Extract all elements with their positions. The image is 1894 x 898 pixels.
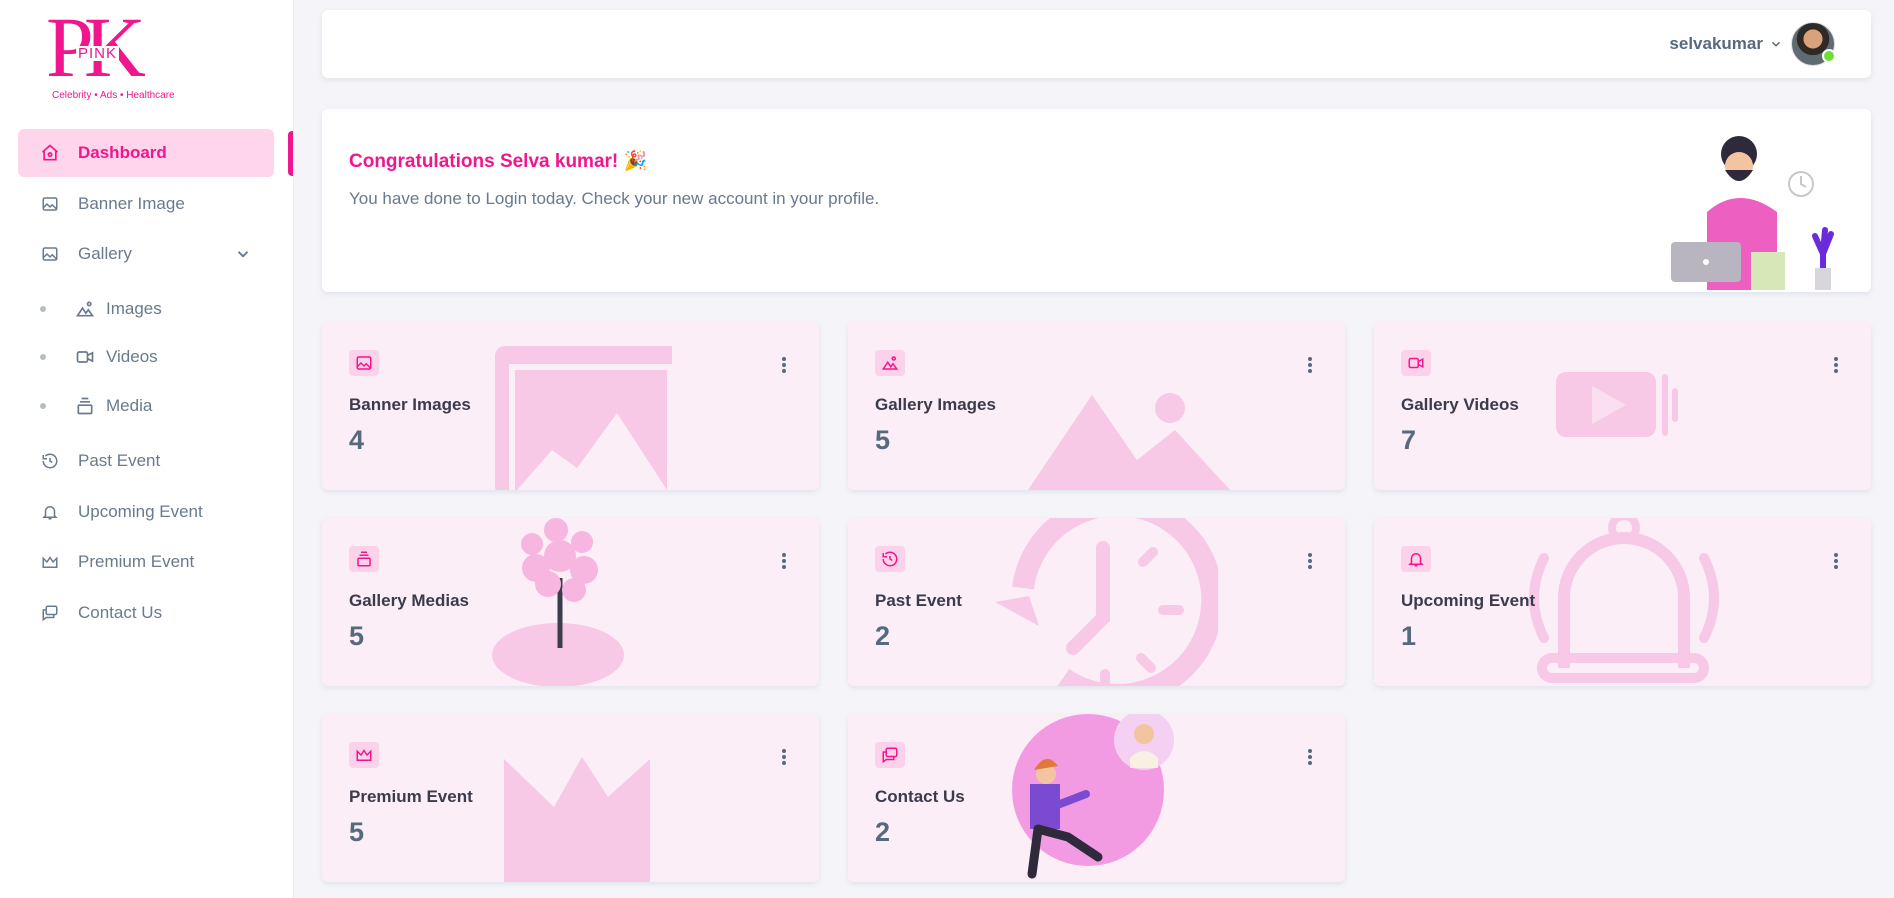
stat-card-past-event[interactable]: Past Event 2 — [848, 518, 1345, 686]
card-value: 7 — [1401, 425, 1417, 455]
card-title: Gallery Videos — [1401, 395, 1519, 414]
more-options-icon[interactable] — [781, 356, 787, 374]
history-icon — [38, 449, 62, 473]
card-title: Gallery Images — [875, 395, 996, 414]
sidebar-subitem-media[interactable]: Media — [40, 386, 270, 426]
bullet-dot — [40, 354, 46, 360]
mountain-icon — [875, 350, 905, 376]
history-icon — [875, 546, 905, 572]
card-value: 5 — [349, 817, 365, 847]
more-options-icon[interactable] — [781, 748, 787, 766]
history-watermark — [995, 518, 1218, 686]
bullet-dot — [40, 403, 46, 409]
sidebar-item-label: Gallery — [78, 244, 132, 263]
video-icon — [1401, 350, 1431, 376]
user-menu[interactable]: selvakumar — [1669, 22, 1836, 66]
more-options-icon[interactable] — [1307, 748, 1313, 766]
more-options-icon[interactable] — [781, 552, 787, 570]
sidebar-subitem-label: Media — [106, 396, 153, 415]
sidebar-item-label: Dashboard — [78, 143, 167, 162]
card-title: Banner Images — [349, 395, 471, 414]
stat-card-gallery-medias[interactable]: Gallery Medias 5 — [322, 518, 819, 686]
stat-card-premium-event[interactable]: Premium Event 5 — [322, 714, 819, 882]
logo-word: PINK — [76, 45, 120, 62]
bell-icon — [38, 500, 62, 524]
mountain-icon — [74, 298, 96, 320]
card-value: 2 — [875, 817, 891, 847]
card-title: Contact Us — [875, 787, 965, 806]
welcome-title: Congratulations Selva kumar! 🎉 — [349, 151, 648, 172]
card-value: 2 — [875, 621, 891, 651]
messages-icon — [38, 601, 62, 625]
social-tree-watermark — [492, 518, 624, 686]
card-title: Upcoming Event — [1401, 591, 1536, 610]
sidebar-item-label: Premium Event — [78, 552, 195, 571]
crown-watermark — [504, 757, 650, 882]
online-status-dot — [1822, 49, 1836, 63]
stat-card-contact-us[interactable]: Contact Us 2 — [848, 714, 1345, 882]
stat-card-upcoming-event[interactable]: Upcoming Event 1 — [1374, 518, 1871, 686]
support-agent-illustration — [1012, 714, 1174, 879]
more-options-icon[interactable] — [1307, 356, 1313, 374]
image-icon — [349, 350, 379, 376]
chevron-down-icon[interactable] — [1769, 37, 1783, 51]
mountain-watermark — [1028, 393, 1230, 490]
stat-card-gallery-videos[interactable]: Gallery Videos 7 — [1374, 322, 1871, 490]
bullet-dot — [40, 306, 46, 312]
crown-icon — [38, 550, 62, 574]
image-icon — [38, 242, 62, 266]
more-options-icon[interactable] — [1833, 356, 1839, 374]
card-value: 5 — [349, 621, 365, 651]
home-icon — [38, 141, 62, 165]
stack-icon — [74, 395, 96, 417]
sidebar-subitem-label: Images — [106, 299, 162, 318]
sidebar-item-gallery[interactable]: Gallery — [18, 230, 274, 278]
bell-icon — [1401, 546, 1431, 572]
messages-icon — [875, 742, 905, 768]
more-options-icon[interactable] — [1307, 552, 1313, 570]
sidebar: PK PINK Celebrity • Ads • Healthcare Das… — [0, 0, 294, 898]
sidebar-subitem-images[interactable]: Images — [40, 289, 270, 329]
stat-card-gallery-images[interactable]: Gallery Images 5 — [848, 322, 1345, 490]
video-watermark — [1556, 372, 1678, 437]
card-value: 4 — [349, 425, 365, 455]
active-indicator — [288, 131, 293, 176]
sidebar-item-label: Banner Image — [78, 194, 185, 213]
username: selvakumar — [1669, 34, 1763, 53]
sidebar-item-upcoming-event[interactable]: Upcoming Event — [18, 488, 274, 536]
sidebar-item-premium-event[interactable]: Premium Event — [18, 538, 274, 586]
sidebar-item-label: Contact Us — [78, 603, 163, 622]
sidebar-subitem-label: Videos — [106, 347, 158, 366]
avatar[interactable] — [1791, 22, 1836, 66]
image-icon — [38, 192, 62, 216]
video-icon — [74, 346, 96, 368]
picture-watermark — [495, 346, 672, 490]
welcome-message: You have done to Login today. Check your… — [349, 189, 880, 208]
sidebar-item-past-event[interactable]: Past Event — [18, 437, 274, 485]
card-value: 1 — [1401, 621, 1417, 651]
bell-watermark — [1529, 518, 1719, 683]
card-title: Past Event — [875, 591, 962, 610]
man-with-laptop-illustration — [1671, 136, 1834, 290]
sidebar-item-banner-image[interactable]: Banner Image — [18, 180, 274, 228]
welcome-card: Congratulations Selva kumar! 🎉 You have … — [322, 109, 1871, 292]
crown-icon — [349, 742, 379, 768]
sidebar-item-label: Past Event — [78, 451, 161, 470]
card-title: Gallery Medias — [349, 591, 470, 610]
sidebar-item-contact-us[interactable]: Contact Us — [18, 589, 274, 637]
card-value: 5 — [875, 425, 891, 455]
sidebar-item-dashboard[interactable]: Dashboard — [18, 129, 274, 177]
more-options-icon[interactable] — [1833, 552, 1839, 570]
logo-tagline: Celebrity • Ads • Healthcare — [52, 90, 175, 101]
chevron-down-icon[interactable] — [234, 245, 252, 263]
sidebar-subitem-videos[interactable]: Videos — [40, 337, 270, 377]
top-navbar: selvakumar — [322, 10, 1871, 78]
stack-icon — [349, 546, 379, 572]
stat-card-banner-images[interactable]: Banner Images 4 — [322, 322, 819, 490]
card-title: Premium Event — [349, 787, 473, 806]
sidebar-item-label: Upcoming Event — [78, 502, 203, 521]
brand-logo[interactable]: PK PINK Celebrity • Ads • Healthcare — [46, 4, 176, 106]
